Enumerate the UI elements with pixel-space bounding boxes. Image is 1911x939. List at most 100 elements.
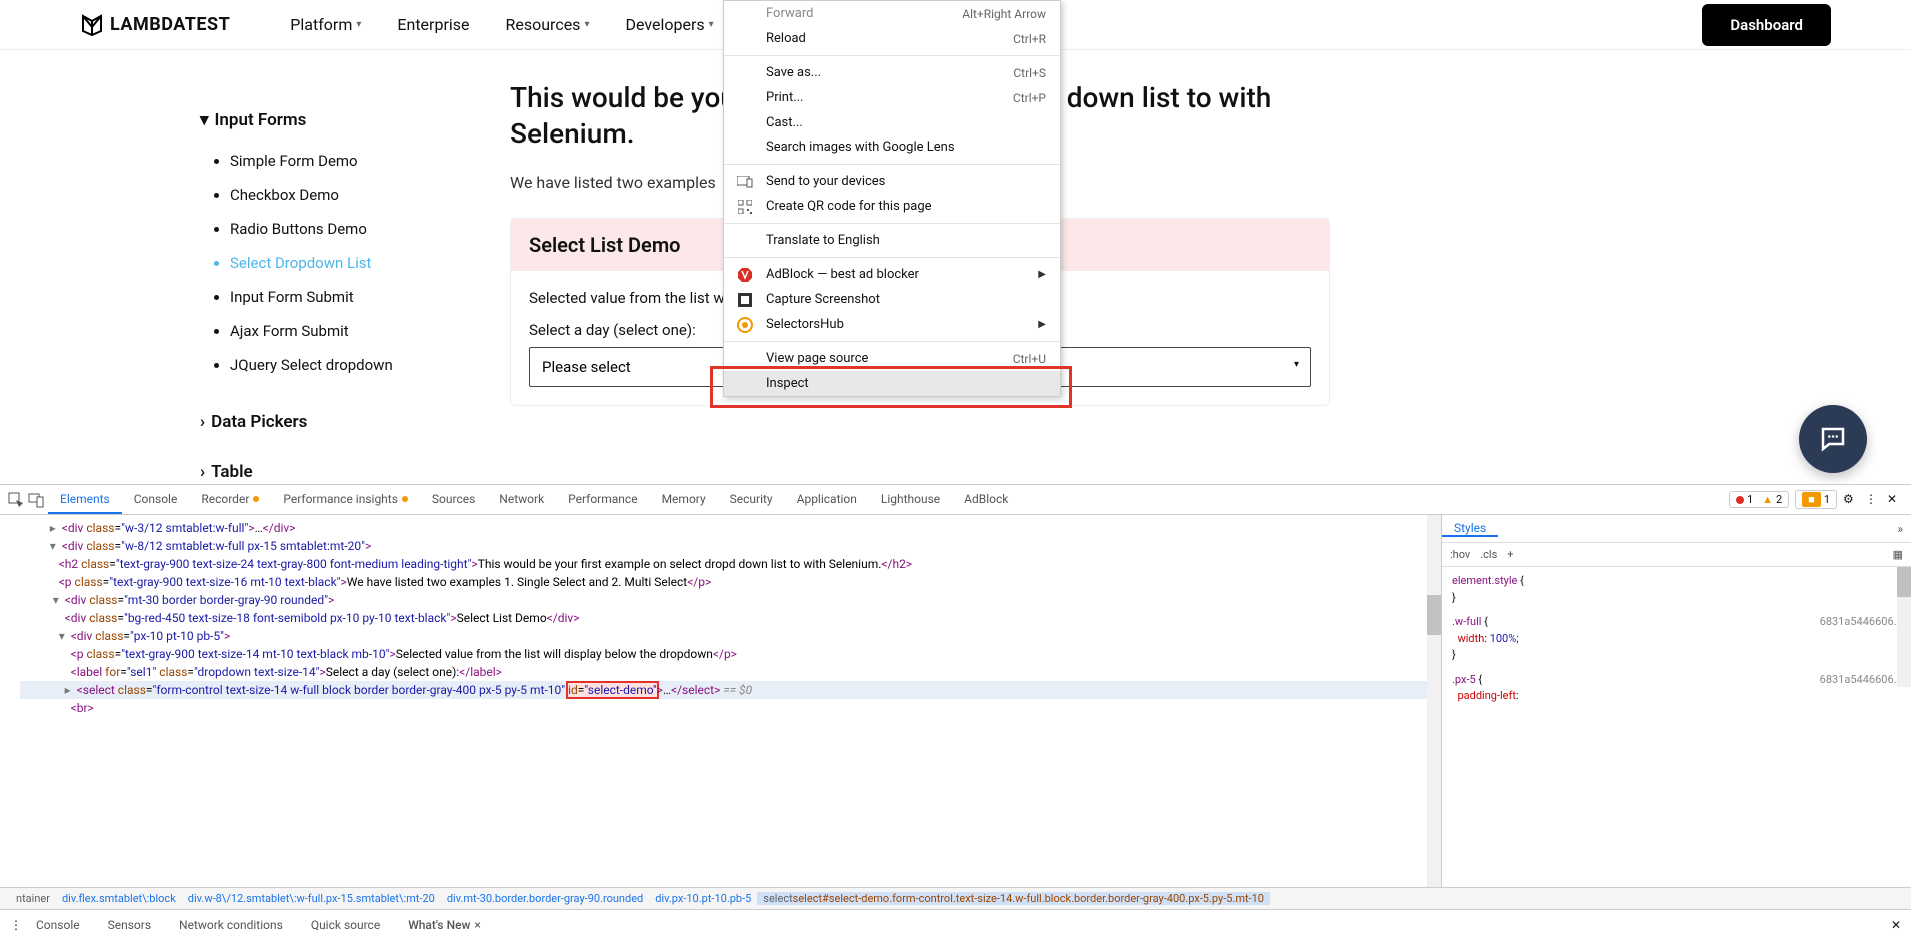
more-icon[interactable]: ⋮ bbox=[1865, 492, 1881, 508]
nav-platform[interactable]: Platform▾ bbox=[290, 15, 361, 34]
styles-sidebar: Styles » :hov .cls + ▦ element.style { }… bbox=[1441, 515, 1911, 887]
drawer-tab-sensors[interactable]: Sensors bbox=[94, 918, 165, 932]
ctx-inspect[interactable]: Inspect bbox=[724, 371, 1060, 396]
chevron-down-icon: ▾ bbox=[200, 110, 209, 130]
ctx-cast[interactable]: Cast... bbox=[724, 110, 1060, 135]
toggle-icon[interactable]: ▦ bbox=[1893, 548, 1903, 561]
ctx-print[interactable]: Print...Ctrl+P bbox=[724, 85, 1060, 110]
sidebar-item-jquery-select[interactable]: JQuery Select dropdown bbox=[230, 348, 480, 382]
crumb[interactable]: div.px-10.pt-10.pb-5 bbox=[649, 892, 757, 905]
devtools-tab-recorder[interactable]: Recorder bbox=[189, 485, 271, 514]
drawer-tab-whats-new[interactable]: What's New× bbox=[394, 918, 495, 932]
sidebar-item-simple-form[interactable]: Simple Form Demo bbox=[230, 144, 480, 178]
selectorshub-icon bbox=[736, 316, 754, 334]
devtools-tab-adblock[interactable]: AdBlock bbox=[952, 485, 1020, 514]
devtools-tab-application[interactable]: Application bbox=[785, 485, 869, 514]
sidebar-head-input-forms[interactable]: ▾Input Forms bbox=[200, 110, 480, 130]
elements-panel[interactable]: ▸<div class="w-3/12 smtablet:w-full">…</… bbox=[0, 515, 1441, 887]
nav-developers[interactable]: Developers▾ bbox=[625, 15, 713, 34]
logo[interactable]: LAMBDATEST bbox=[80, 13, 230, 37]
chat-icon bbox=[1818, 424, 1848, 454]
qr-icon bbox=[736, 198, 754, 216]
drawer-tab-console[interactable]: Console bbox=[22, 918, 94, 932]
nav-links: Platform▾ Enterprise Resources▾ Develope… bbox=[290, 15, 713, 34]
devtools-tab-sources[interactable]: Sources bbox=[420, 485, 487, 514]
nav-resources[interactable]: Resources▾ bbox=[506, 15, 590, 34]
devtools-tab-security[interactable]: Security bbox=[718, 485, 785, 514]
ctx-sep bbox=[724, 164, 1060, 165]
ctx-sep bbox=[724, 341, 1060, 342]
chevron-down-icon: ▾ bbox=[584, 19, 589, 30]
devtools-tab-network[interactable]: Network bbox=[487, 485, 556, 514]
issue-flag-icon: ■ bbox=[1802, 492, 1821, 507]
logo-icon bbox=[80, 13, 104, 37]
sidebar-item-select-dropdown[interactable]: Select Dropdown List bbox=[230, 246, 480, 280]
ctx-sep bbox=[724, 257, 1060, 258]
styles-scrollbar[interactable] bbox=[1897, 567, 1911, 687]
devtools-tab-lighthouse[interactable]: Lighthouse bbox=[869, 485, 952, 514]
more-icon[interactable]: » bbox=[1897, 522, 1911, 536]
styles-pane[interactable]: element.style { } 6831a5446606….w-full {… bbox=[1442, 567, 1911, 711]
issues-badge[interactable]: ■1 bbox=[1795, 490, 1837, 509]
chevron-down-icon: ▾ bbox=[709, 19, 714, 30]
drawer-menu-icon[interactable]: ⋮ bbox=[10, 918, 22, 932]
drawer-tab-network-cond[interactable]: Network conditions bbox=[165, 918, 297, 932]
crumb[interactable]: ntainer bbox=[10, 892, 56, 905]
sidebar-head-data-pickers[interactable]: ›Data Pickers bbox=[200, 412, 480, 432]
sidebar-item-ajax-submit[interactable]: Ajax Form Submit bbox=[230, 314, 480, 348]
ctx-sep bbox=[724, 55, 1060, 56]
device-toggle-icon[interactable] bbox=[28, 492, 44, 508]
chat-button[interactable] bbox=[1799, 405, 1867, 473]
close-icon[interactable]: ✕ bbox=[1887, 492, 1903, 508]
error-dot-icon bbox=[1736, 496, 1744, 504]
crumb[interactable]: div.mt-30.border.border-gray-90.rounded bbox=[441, 892, 649, 905]
ctx-sep bbox=[724, 223, 1060, 224]
dashboard-button[interactable]: Dashboard bbox=[1702, 4, 1831, 46]
hov-toggle[interactable]: :hov bbox=[1450, 548, 1470, 561]
warn-dot-icon bbox=[253, 496, 259, 502]
styles-filter-bar: :hov .cls + ▦ bbox=[1442, 543, 1911, 567]
add-rule-button[interactable]: + bbox=[1507, 548, 1513, 561]
error-badge[interactable]: 1 ▲2 bbox=[1729, 491, 1789, 508]
devtools-tabs: Elements Console Recorder Performance in… bbox=[48, 485, 1020, 514]
sidebar-item-radio[interactable]: Radio Buttons Demo bbox=[230, 212, 480, 246]
elements-scrollbar[interactable] bbox=[1427, 515, 1441, 887]
breadcrumb: ntainer div.flex.smtablet\:block div.w-8… bbox=[0, 887, 1911, 909]
ctx-search-lens[interactable]: Search images with Google Lens bbox=[724, 135, 1060, 160]
ctx-qr[interactable]: Create QR code for this page bbox=[724, 194, 1060, 219]
sidebar-head-table[interactable]: ›Table bbox=[200, 462, 480, 482]
crumb[interactable]: div.flex.smtablet\:block bbox=[56, 892, 182, 905]
ctx-view-source[interactable]: View page sourceCtrl+U bbox=[724, 346, 1060, 371]
devtools-tab-memory[interactable]: Memory bbox=[650, 485, 718, 514]
styles-tabs: Styles » bbox=[1442, 515, 1911, 543]
ctx-reload[interactable]: ReloadCtrl+R bbox=[724, 26, 1060, 51]
nav-enterprise[interactable]: Enterprise bbox=[397, 15, 469, 34]
cls-toggle[interactable]: .cls bbox=[1480, 548, 1497, 561]
chevron-right-icon: › bbox=[200, 462, 205, 482]
ctx-capture[interactable]: Capture Screenshot bbox=[724, 287, 1060, 312]
inspect-element-icon[interactable] bbox=[8, 492, 24, 508]
submenu-arrow-icon: ▶ bbox=[1038, 319, 1046, 330]
ctx-send-devices[interactable]: Send to your devices bbox=[724, 169, 1060, 194]
devtools-tab-elements[interactable]: Elements bbox=[48, 485, 122, 514]
devtools-tab-console[interactable]: Console bbox=[122, 485, 190, 514]
ctx-adblock[interactable]: AdBlock — best ad blocker▶ bbox=[724, 262, 1060, 287]
close-icon[interactable]: × bbox=[474, 918, 480, 932]
drawer-tab-quick-source[interactable]: Quick source bbox=[297, 918, 394, 932]
styles-tab[interactable]: Styles bbox=[1442, 521, 1498, 537]
settings-icon[interactable]: ⚙ bbox=[1843, 492, 1859, 508]
ctx-saveas[interactable]: Save as...Ctrl+S bbox=[724, 60, 1060, 85]
sidebar-item-checkbox[interactable]: Checkbox Demo bbox=[230, 178, 480, 212]
crumb[interactable]: div.w-8\/12.smtablet\:w-full.px-15.smtab… bbox=[182, 892, 441, 905]
sidebar: ▾Input Forms Simple Form Demo Checkbox D… bbox=[200, 80, 480, 484]
devtools-tab-performance[interactable]: Performance bbox=[556, 485, 649, 514]
sidebar-item-input-submit[interactable]: Input Form Submit bbox=[230, 280, 480, 314]
crumb-selected[interactable]: selectselect#select-demo.form-control.te… bbox=[757, 892, 1270, 905]
devtools-tab-perf-insights[interactable]: Performance insights bbox=[271, 485, 420, 514]
devtools: Elements Console Recorder Performance in… bbox=[0, 484, 1911, 939]
ctx-translate[interactable]: Translate to English bbox=[724, 228, 1060, 253]
ctx-forward[interactable]: ForwardAlt+Right Arrow bbox=[724, 1, 1060, 26]
ctx-selectorshub[interactable]: SelectorsHub▶ bbox=[724, 312, 1060, 337]
devices-icon bbox=[736, 173, 754, 191]
drawer-close-icon[interactable]: ✕ bbox=[1891, 918, 1901, 932]
